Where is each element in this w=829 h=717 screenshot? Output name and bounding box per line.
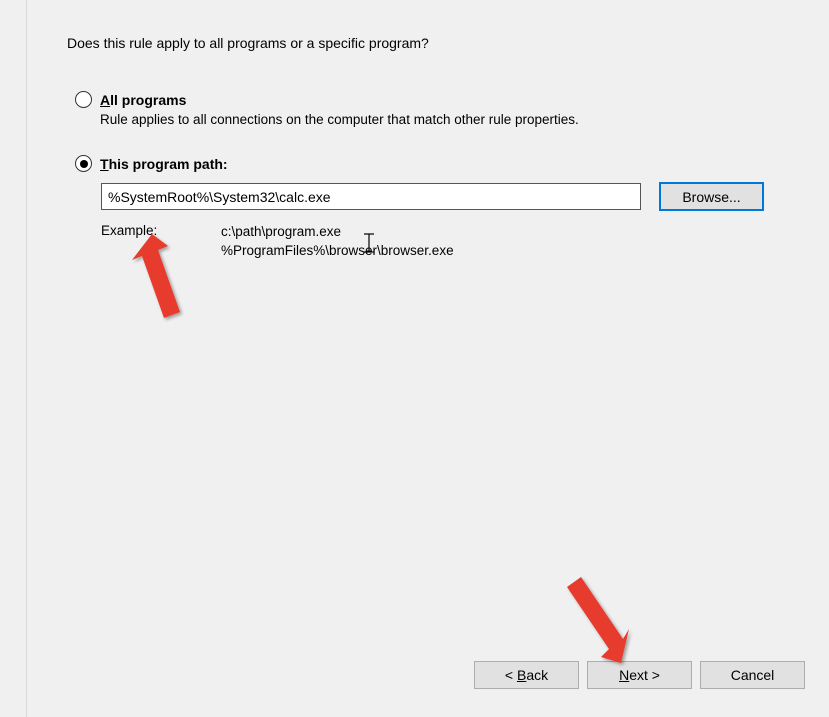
- option-this-row[interactable]: This program path:: [75, 155, 789, 172]
- option-all-programs: All programs Rule applies to all connect…: [75, 91, 789, 127]
- radio-all-programs[interactable]: [75, 91, 92, 108]
- example-label: Example:: [101, 223, 221, 261]
- wizard-panel: Does this rule apply to all programs or …: [26, 0, 829, 717]
- example-paths: c:\path\program.exe %ProgramFiles%\brows…: [221, 223, 454, 261]
- example-line2: %ProgramFiles%\browser\browser.exe: [221, 242, 454, 261]
- option-all-row[interactable]: All programs: [75, 91, 789, 108]
- radio-this-path[interactable]: [75, 155, 92, 172]
- program-path-input[interactable]: [101, 183, 641, 210]
- path-row: Browse...: [101, 182, 789, 211]
- next-button[interactable]: Next >: [587, 661, 692, 689]
- option-this-path: This program path: Browse... Example: c:…: [75, 155, 789, 261]
- label-all-programs: All programs: [100, 92, 186, 108]
- browse-button[interactable]: Browse...: [659, 182, 764, 211]
- example-line1: c:\path\program.exe: [221, 223, 454, 242]
- navigation-buttons: < Back Next > Cancel: [474, 661, 805, 689]
- example-row: Example: c:\path\program.exe %ProgramFil…: [101, 223, 789, 261]
- cancel-button[interactable]: Cancel: [700, 661, 805, 689]
- desc-all-programs: Rule applies to all connections on the c…: [100, 112, 789, 127]
- back-button[interactable]: < Back: [474, 661, 579, 689]
- radio-group: All programs Rule applies to all connect…: [75, 91, 789, 261]
- label-this-path: This program path:: [100, 156, 228, 172]
- question-text: Does this rule apply to all programs or …: [67, 35, 789, 51]
